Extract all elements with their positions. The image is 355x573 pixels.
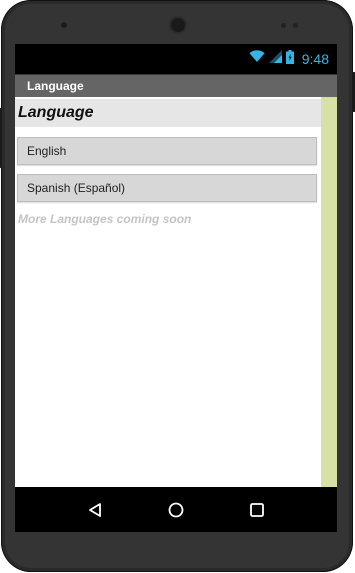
front-camera [171, 18, 185, 32]
title-bar: Language [15, 75, 337, 97]
speaker-dot [61, 22, 67, 28]
home-circle-icon[interactable] [167, 501, 185, 519]
spanish-button-label: Spanish (Español) [27, 181, 126, 195]
sensor [281, 23, 286, 28]
side-color-bar [321, 97, 337, 487]
wifi-icon [249, 50, 265, 68]
volume-button [0, 108, 2, 168]
status-time: 9:48 [301, 51, 329, 67]
sensor [293, 23, 298, 28]
coming-soon-note: More Languages coming soon [18, 212, 192, 226]
english-button-label: English [27, 144, 67, 158]
heading-label: Language [18, 104, 94, 121]
english-button[interactable]: English [17, 137, 317, 165]
navigation-bar [15, 487, 337, 532]
app-screen: Language English Spanish (Español) More … [15, 97, 337, 487]
page-heading: Language [15, 99, 321, 127]
status-bar: 9:48 [15, 44, 337, 74]
spanish-button[interactable]: Spanish (Español) [17, 174, 317, 202]
recents-square-icon[interactable] [249, 502, 265, 518]
signal-icon [268, 50, 282, 68]
back-triangle-icon[interactable] [87, 502, 103, 518]
app-title: Language [27, 79, 84, 93]
battery-icon [285, 49, 294, 69]
